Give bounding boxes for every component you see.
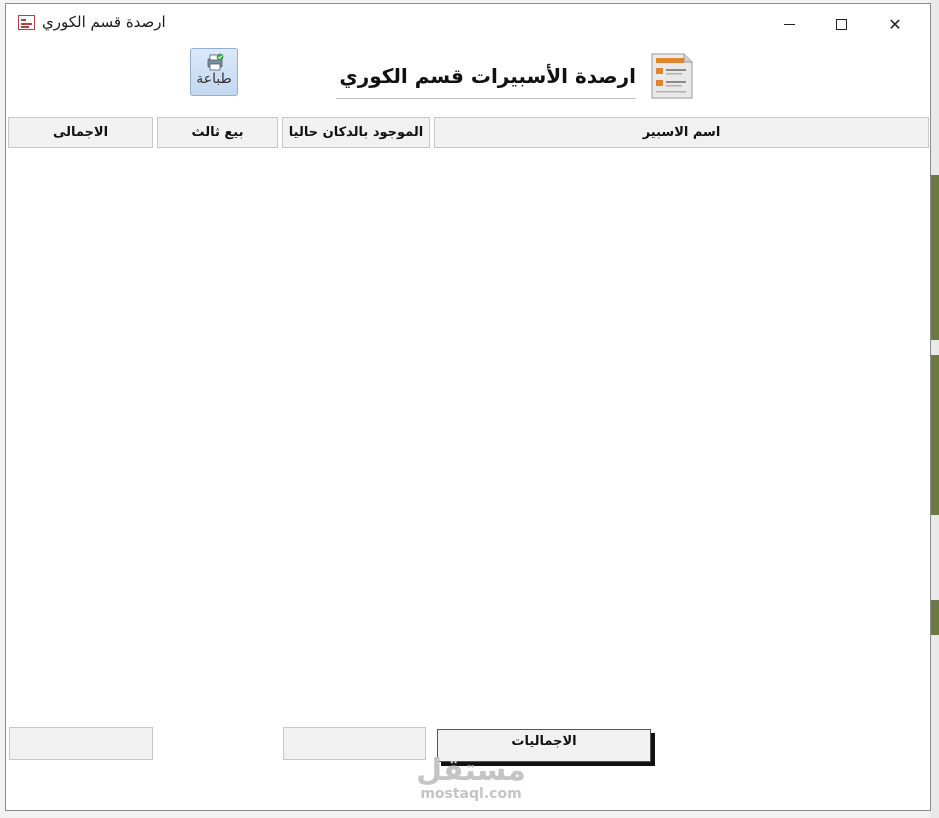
printer-icon	[207, 53, 224, 71]
maximize-button[interactable]	[818, 4, 864, 44]
title-bar: ارصدة قسم الكوري ✕	[6, 4, 930, 44]
window-title: ارصدة قسم الكوري	[42, 13, 166, 31]
column-header-total: الاجمالى	[8, 117, 153, 148]
report-window: ارصدة قسم الكوري ✕ طباعة ارصدة الأسبيرات…	[5, 3, 931, 811]
stock-total-field[interactable]	[283, 727, 426, 760]
close-button[interactable]: ✕	[872, 4, 918, 44]
column-header-in-store-stock: الموجود بالدكان حاليا	[282, 117, 430, 148]
background-app-panel	[931, 355, 939, 515]
background-app-panel	[931, 175, 939, 340]
column-header-third-party-sale: بيع ثالث	[157, 117, 278, 148]
maximize-icon	[835, 18, 847, 30]
report-icon	[651, 53, 693, 99]
background-app-panel	[931, 600, 939, 635]
column-header-part-name: اسم الاسبير	[434, 117, 929, 148]
minimize-icon	[783, 23, 795, 25]
watermark-logo: مستقل mostaql.com	[406, 753, 536, 803]
watermark-arabic: مستقل	[416, 753, 526, 788]
minimize-button[interactable]	[766, 4, 812, 44]
watermark-url: mostaql.com	[420, 786, 522, 802]
form-icon	[18, 15, 35, 30]
close-icon: ✕	[888, 14, 902, 34]
grand-total-field[interactable]	[9, 727, 153, 760]
print-button[interactable]: طباعة	[190, 48, 238, 96]
report-detail-area	[6, 150, 930, 720]
report-title: ارصدة الأسبيرات قسم الكوري	[336, 60, 636, 99]
print-label: طباعة	[196, 71, 232, 87]
